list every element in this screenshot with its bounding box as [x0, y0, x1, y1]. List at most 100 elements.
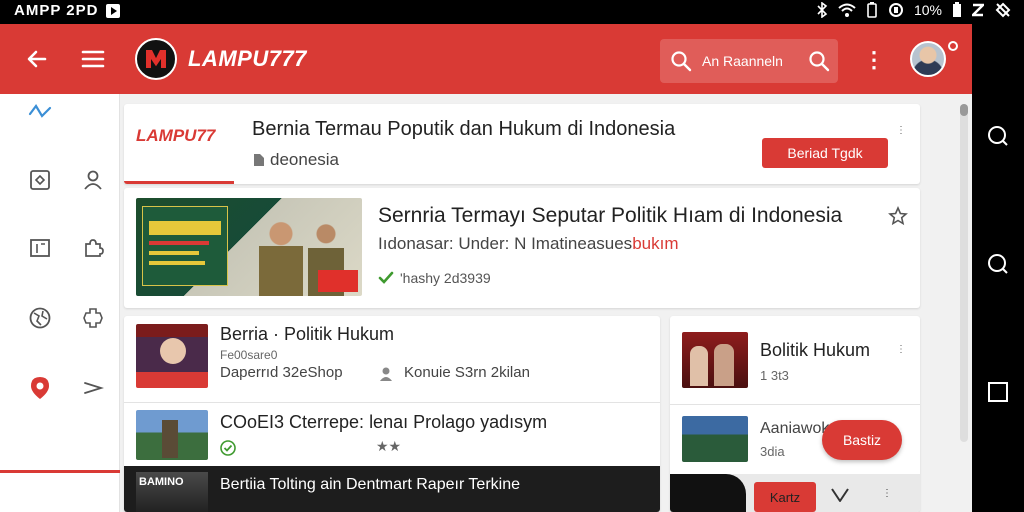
side-divider: [670, 404, 920, 405]
tag-icon: [254, 154, 264, 166]
search-bar[interactable]: [660, 39, 838, 83]
overflow-menu-icon[interactable]: ⋮: [862, 46, 886, 74]
location-pin-icon[interactable]: [26, 374, 54, 402]
side-item-more-icon[interactable]: ⋮: [896, 342, 906, 358]
thumbnail-person-graphic: [690, 346, 708, 386]
system-navigation-bar: [972, 24, 1024, 512]
status-bar: AMPP 2PD 10%: [0, 0, 1024, 24]
device-screen: AMPP 2PD 10% LAMPU777 An Raanneln ⋮ LAMP…: [0, 0, 1024, 512]
recents-square-icon[interactable]: [986, 380, 1010, 404]
list-item-thumbnail[interactable]: [136, 410, 208, 460]
side-item-subtitle: 1 3t3: [760, 368, 789, 383]
headline-more-icon[interactable]: ⋮: [896, 124, 906, 138]
headline-subtitle: deonesia: [270, 150, 340, 169]
status-right: 10%: [816, 2, 1012, 18]
footer-more-icon[interactable]: ⋮: [882, 486, 892, 502]
battery-icon: [953, 2, 961, 17]
battery-percent: 10%: [913, 2, 942, 18]
article-list-card: Berria · Politik Hukum Fe00sare0 Daperrı…: [124, 316, 660, 512]
globe-icon[interactable]: [26, 304, 54, 332]
featured-subtitle-highlight: bukım: [632, 234, 679, 253]
back-arrow-icon[interactable]: [22, 44, 52, 74]
footer-action-button[interactable]: Kartz: [754, 482, 816, 512]
sidebar-divider: [0, 470, 120, 473]
thumbnail-badge-graphic: [318, 270, 358, 292]
search-input[interactable]: [702, 50, 802, 72]
headline-card[interactable]: LAMPU77 Bernia Termau Poputik dan Hukum …: [124, 104, 920, 184]
newspaper-icon[interactable]: [26, 234, 54, 262]
side-item-subtitle: 3dia: [760, 444, 785, 459]
footer-dark-panel: [670, 474, 746, 512]
list-item[interactable]: COoEI3 Cterrepe: lenaı Prolago yadısym ★…: [124, 404, 660, 464]
featured-subtitle: Iıdonasar: Under: N Imatineasuesbukım: [378, 234, 678, 254]
side-card-footer: Kartz ⋮: [670, 474, 920, 512]
heart-icon[interactable]: [830, 486, 850, 504]
list-item[interactable]: Berria · Politik Hukum Fe00sare0 Daperrı…: [124, 316, 660, 400]
side-item-thumbnail[interactable]: [682, 332, 748, 388]
list-item-title[interactable]: Bertiia Tolting ain Dentmart Rapeır Terk…: [220, 476, 520, 494]
headline-action-button[interactable]: Beriad Tgdk: [762, 138, 888, 168]
list-item-meta-left: Daperrıd 32eShop: [220, 364, 343, 381]
list-item-subtitle: Fe00sare0: [220, 348, 278, 362]
check-badge-icon: [220, 440, 236, 456]
side-item-title[interactable]: Aaniawok: [760, 420, 829, 438]
assistant-search-icon[interactable]: [986, 252, 1010, 276]
featured-meta: 'hashy 2d3939: [400, 270, 491, 286]
thumbnail-banner-graphic: [142, 206, 228, 286]
trending-icon[interactable]: [26, 98, 54, 126]
data-saver-icon: [888, 3, 903, 17]
side-article-card: Bolitik Hukum 1 3t3 ⋮ Aaniawok 3dia Bast…: [670, 316, 920, 512]
notification-dot: [948, 41, 958, 51]
wifi-icon: [838, 3, 856, 17]
list-item-title[interactable]: Berria · Politik Hukum: [220, 324, 394, 345]
featured-thumbnail[interactable]: [136, 198, 362, 296]
headline-title[interactable]: Bernia Termau Poputik dan Hukum di Indon…: [252, 118, 675, 141]
list-divider: [124, 402, 660, 403]
list-item-rating: ★★: [376, 438, 402, 454]
thumbnail-person-graphic: [714, 344, 734, 386]
list-item-thumbnail[interactable]: [136, 324, 208, 388]
home-circle-icon[interactable]: [986, 124, 1010, 148]
vertical-scrollbar[interactable]: [960, 104, 968, 442]
battery-saver-icon: [867, 2, 877, 18]
side-navigation: [0, 94, 120, 512]
settings-icon[interactable]: [79, 304, 107, 332]
active-tab-indicator: [124, 181, 234, 184]
thumbnail-person-graphic: [254, 220, 308, 296]
bluetooth-icon: [817, 2, 828, 18]
status-left: AMPP 2PD: [14, 2, 121, 19]
thumbnail-person-graphic: [162, 420, 178, 458]
featured-article-card[interactable]: Sernria Termayı Seputar Politik Hıam di …: [124, 188, 920, 308]
side-item-thumbnail[interactable]: [682, 416, 748, 462]
bookmark-icon[interactable]: [26, 166, 54, 194]
no-sim-icon: [995, 2, 1011, 18]
main-feed: LAMPU77 Bernia Termau Poputik dan Hukum …: [122, 94, 960, 512]
list-item-title[interactable]: COoEI3 Cterrepe: lenaı Prolago yadısym: [220, 412, 547, 433]
search-submit-icon[interactable]: [808, 50, 830, 72]
floating-action-button[interactable]: Bastiz: [822, 420, 902, 460]
app-window: LAMPU777 ⋮: [0, 24, 972, 512]
profile-icon[interactable]: [79, 166, 107, 194]
top-app-bar: LAMPU777 ⋮: [0, 24, 972, 94]
send-icon[interactable]: [79, 374, 107, 402]
signal-z-icon: [972, 3, 984, 17]
hamburger-menu-icon[interactable]: [78, 44, 108, 74]
user-icon: [380, 367, 392, 381]
side-item-title[interactable]: Bolitik Hukum: [760, 340, 870, 361]
list-item-thumbnail[interactable]: BAMINO: [136, 472, 208, 512]
featured-subtitle-text: Iıdonasar: Under: N Imatineasues: [378, 234, 633, 253]
star-icon[interactable]: [888, 206, 908, 226]
search-icon[interactable]: [670, 50, 692, 72]
puzzle-icon[interactable]: [79, 234, 107, 262]
featured-title[interactable]: Sernria Termayı Seputar Politik Hıam di …: [378, 204, 842, 228]
play-icon: [106, 3, 121, 18]
thumbnail-face-graphic: [160, 338, 186, 364]
list-item[interactable]: BAMINO Bertiia Tolting ain Dentmart Rape…: [124, 466, 660, 512]
user-avatar[interactable]: [910, 41, 946, 77]
status-left-text: AMPP 2PD: [14, 2, 99, 19]
leaf-check-icon: [378, 271, 394, 284]
scrollbar-thumb[interactable]: [960, 104, 968, 116]
brand-label: LAMPU77: [136, 126, 216, 145]
app-logo[interactable]: [135, 38, 177, 80]
app-name: LAMPU777: [188, 46, 307, 71]
